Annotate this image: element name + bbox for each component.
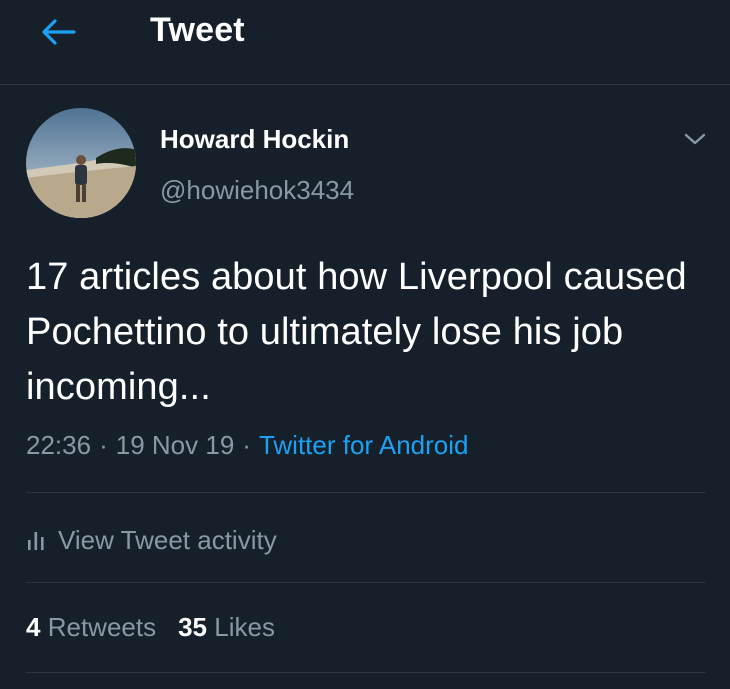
bar-chart-icon [28,532,44,550]
separator-dot: · [99,430,108,460]
tweet-meta: 22:36 · 19 Nov 19 · Twitter for Android [26,430,469,461]
divider [26,492,706,493]
tweet-stats: 4 Retweets 35 Likes [26,612,275,643]
likes-stat[interactable]: 35 Likes [178,612,275,642]
tweet-source-link[interactable]: Twitter for Android [259,430,469,460]
likes-count: 35 [178,612,208,642]
retweets-label: Retweets [47,612,157,642]
chevron-down-icon [684,133,706,145]
retweets-stat[interactable]: 4 Retweets [26,612,156,642]
author-name[interactable]: Howard Hockin [160,124,349,155]
arrow-left-icon [42,19,76,45]
back-button[interactable] [36,12,80,52]
top-bar: Tweet [0,0,730,85]
tweet-text: 17 articles about how Liverpool caused P… [26,256,687,408]
divider [26,582,706,583]
view-activity-label: View Tweet activity [58,524,277,555]
page-title: Tweet [150,11,245,49]
tweet-time: 22:36 [26,430,92,460]
likes-label: Likes [214,612,275,642]
separator-dot: · [242,430,251,460]
author-handle[interactable]: @howiehok3434 [160,175,354,206]
view-activity-button[interactable]: View Tweet activity [26,520,277,560]
divider [26,672,706,673]
retweets-count: 4 [26,612,41,642]
more-options-button[interactable] [680,124,710,154]
avatar[interactable] [26,108,136,218]
tweet-date: 19 Nov 19 [115,430,235,460]
